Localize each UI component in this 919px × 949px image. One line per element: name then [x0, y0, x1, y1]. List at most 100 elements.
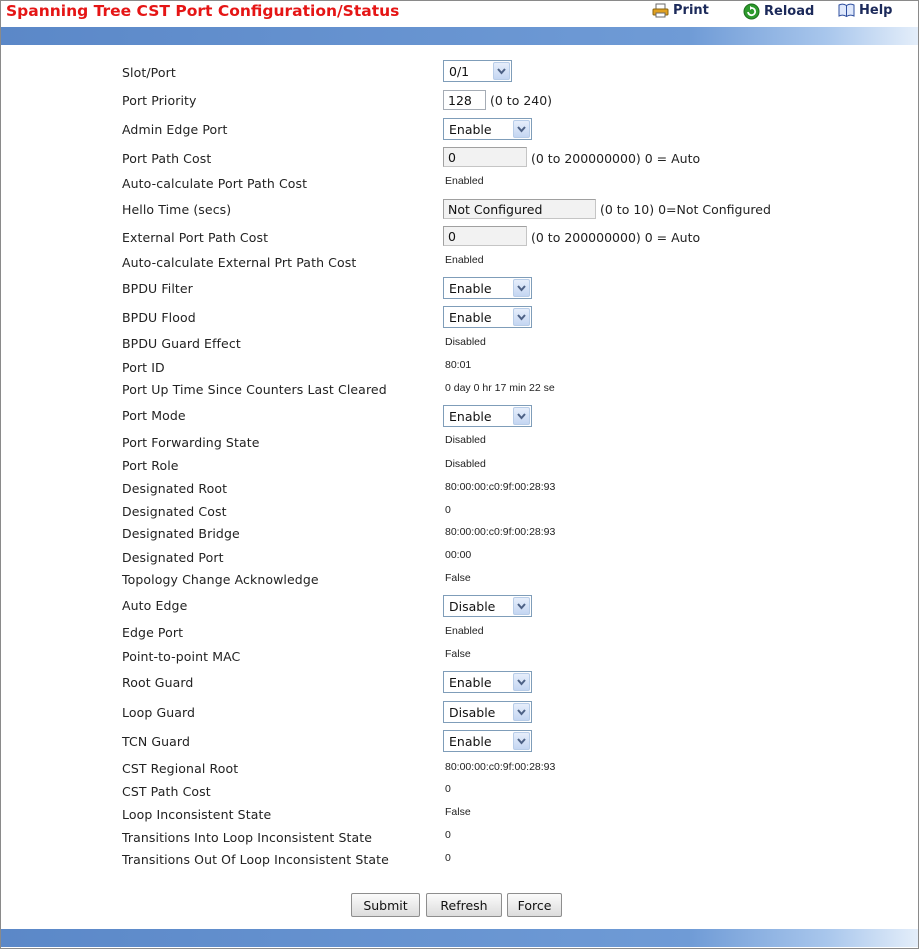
hello-time-input[interactable]: Not Configured	[443, 199, 596, 219]
cst-regional-root-value: 80:00:00:c0:9f:00:28:93	[445, 761, 556, 773]
reload-icon	[743, 3, 760, 20]
admin-edge-port-value: Enable	[449, 122, 492, 137]
chevron-down-icon[interactable]	[513, 308, 530, 326]
chevron-down-icon[interactable]	[513, 597, 530, 615]
cst-regional-root-label: CST Regional Root	[122, 761, 239, 776]
slot-port-label: Slot/Port	[122, 65, 176, 80]
bpdu-flood-label: BPDU Flood	[122, 310, 196, 325]
external-port-path-cost-label: External Port Path Cost	[122, 230, 269, 245]
port-up-time-value: 0 day 0 hr 17 min 22 se	[445, 382, 555, 394]
admin-edge-port-select[interactable]: Enable	[443, 118, 532, 140]
edge-port-label: Edge Port	[122, 625, 184, 640]
printer-icon	[652, 3, 669, 18]
chevron-down-icon[interactable]	[513, 673, 530, 691]
slot-port-select[interactable]: 0/1	[443, 60, 512, 82]
port-forwarding-state-label: Port Forwarding State	[122, 435, 260, 450]
external-port-path-cost-value: 0	[448, 229, 456, 244]
bpdu-flood-value: Enable	[449, 310, 492, 325]
port-role-label: Port Role	[122, 458, 179, 473]
root-guard-value: Enable	[449, 675, 492, 690]
tcn-guard-label: TCN Guard	[122, 734, 190, 749]
designated-bridge-label: Designated Bridge	[122, 526, 240, 541]
hello-time-hint: (0 to 10) 0=Not Configured	[600, 202, 771, 217]
bpdu-guard-effect-value: Disabled	[445, 336, 486, 348]
port-role-value: Disabled	[445, 458, 486, 470]
designated-cost-label: Designated Cost	[122, 504, 227, 519]
bpdu-guard-effect-label: BPDU Guard Effect	[122, 336, 241, 351]
bpdu-filter-select[interactable]: Enable	[443, 277, 532, 299]
chevron-down-icon[interactable]	[493, 62, 510, 80]
bpdu-filter-label: BPDU Filter	[122, 281, 193, 296]
page-title: Spanning Tree CST Port Configuration/Sta…	[6, 2, 400, 20]
port-id-label: Port ID	[122, 360, 165, 375]
transitions-out-of-loop-value: 0	[445, 852, 451, 864]
chevron-down-icon[interactable]	[513, 703, 530, 721]
print-link[interactable]: Print	[652, 3, 709, 18]
help-book-icon	[838, 3, 855, 18]
port-id-value: 80:01	[445, 359, 472, 371]
point-to-point-mac-label: Point-to-point MAC	[122, 649, 241, 664]
tcn-guard-select[interactable]: Enable	[443, 730, 532, 752]
designated-port-value: 00:00	[445, 549, 472, 561]
auto-edge-value: Disable	[449, 599, 496, 614]
admin-edge-port-label: Admin Edge Port	[122, 122, 228, 137]
port-up-time-label: Port Up Time Since Counters Last Cleared	[122, 382, 387, 397]
designated-root-label: Designated Root	[122, 481, 228, 496]
root-guard-label: Root Guard	[122, 675, 194, 690]
edge-port-value: Enabled	[445, 625, 484, 637]
transitions-out-of-loop-label: Transitions Out Of Loop Inconsistent Sta…	[122, 852, 389, 867]
designated-port-label: Designated Port	[122, 550, 224, 565]
hello-time-value: Not Configured	[448, 202, 543, 217]
external-port-path-cost-input[interactable]: 0	[443, 226, 527, 246]
port-priority-hint: (0 to 240)	[490, 93, 553, 108]
refresh-button[interactable]: Refresh	[426, 893, 502, 917]
topology-change-ack-value: False	[445, 572, 471, 584]
hello-time-label: Hello Time (secs)	[122, 202, 232, 217]
submit-button[interactable]: Submit	[351, 893, 420, 917]
chevron-down-icon[interactable]	[513, 120, 530, 138]
loop-inconsistent-state-value: False	[445, 806, 471, 818]
reload-link[interactable]: Reload	[743, 3, 814, 20]
transitions-into-loop-value: 0	[445, 829, 451, 841]
port-path-cost-value: 0	[448, 150, 456, 165]
external-port-path-cost-hint: (0 to 200000000) 0 = Auto	[531, 230, 701, 245]
chevron-down-icon[interactable]	[513, 279, 530, 297]
chevron-down-icon[interactable]	[513, 732, 530, 750]
auto-edge-select[interactable]: Disable	[443, 595, 532, 617]
designated-cost-value: 0	[445, 504, 451, 516]
loop-inconsistent-state-label: Loop Inconsistent State	[122, 807, 272, 822]
port-priority-input[interactable]: 128	[443, 90, 486, 110]
reload-label: Reload	[764, 4, 815, 19]
bpdu-flood-select[interactable]: Enable	[443, 306, 532, 328]
loop-guard-value: Disable	[449, 705, 496, 720]
auto-calc-port-path-cost-label: Auto-calculate Port Path Cost	[122, 176, 308, 191]
port-priority-label: Port Priority	[122, 93, 197, 108]
help-label: Help	[859, 3, 893, 18]
transitions-into-loop-label: Transitions Into Loop Inconsistent State	[122, 830, 373, 845]
help-link[interactable]: Help	[838, 3, 892, 18]
footer-bar	[1, 929, 918, 947]
bpdu-filter-value: Enable	[449, 281, 492, 296]
port-path-cost-hint: (0 to 200000000) 0 = Auto	[531, 151, 701, 166]
slot-port-value: 0/1	[449, 64, 470, 79]
page-header: Spanning Tree CST Port Configuration/Sta…	[0, 0, 919, 24]
root-guard-select[interactable]: Enable	[443, 671, 532, 693]
auto-calc-external-path-cost-value: Enabled	[445, 254, 484, 266]
auto-calc-port-path-cost-value: Enabled	[445, 175, 484, 187]
topology-change-ack-label: Topology Change Acknowledge	[122, 572, 319, 587]
loop-guard-select[interactable]: Disable	[443, 701, 532, 723]
port-mode-value: Enable	[449, 409, 492, 424]
port-forwarding-state-value: Disabled	[445, 434, 486, 446]
port-mode-select[interactable]: Enable	[443, 405, 532, 427]
port-path-cost-label: Port Path Cost	[122, 151, 212, 166]
cst-path-cost-label: CST Path Cost	[122, 784, 211, 799]
force-button[interactable]: Force	[507, 893, 562, 917]
designated-root-value: 80:00:00:c0:9f:00:28:93	[445, 481, 556, 493]
auto-calc-external-path-cost-label: Auto-calculate External Prt Path Cost	[122, 255, 357, 270]
port-path-cost-input[interactable]: 0	[443, 147, 527, 167]
chevron-down-icon[interactable]	[513, 407, 530, 425]
port-mode-label: Port Mode	[122, 408, 186, 423]
point-to-point-mac-value: False	[445, 648, 471, 660]
print-label: Print	[673, 3, 709, 18]
cst-path-cost-value: 0	[445, 783, 451, 795]
